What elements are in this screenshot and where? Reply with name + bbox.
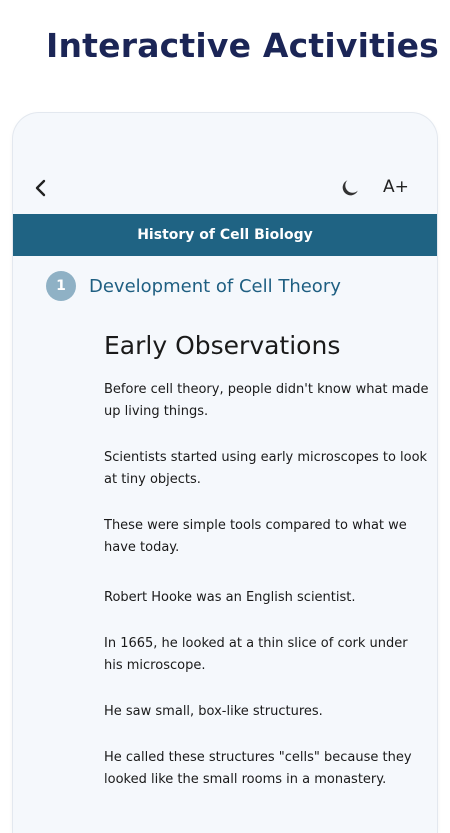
content-paragraph: These were simple tools compared to what… (104, 518, 407, 555)
dark-mode-toggle[interactable] (339, 177, 361, 199)
content-paragraph: Scientists started using early microscop… (104, 450, 428, 487)
chevron-left-icon (35, 179, 46, 197)
content-heading: Early Observations (104, 331, 341, 360)
reader-toolbar: A+ (13, 168, 437, 208)
section-header[interactable]: 1 Development of Cell Theory (46, 271, 341, 301)
font-size-button[interactable]: A+ (383, 177, 409, 197)
moon-icon (342, 180, 358, 196)
lesson-title-bar: History of Cell Biology (13, 214, 437, 256)
phone-screen: A+ History of Cell Biology 1 Development… (13, 113, 437, 833)
content-paragraph: He called these structures "cells" becau… (104, 750, 412, 787)
section-title: Development of Cell Theory (89, 275, 341, 297)
back-button[interactable] (31, 176, 53, 200)
section-number-badge: 1 (46, 271, 76, 301)
content-paragraph: Before cell theory, people didn't know w… (104, 382, 429, 419)
lesson-title: History of Cell Biology (137, 227, 313, 243)
lesson-content: Early Observations Before cell theory, p… (104, 331, 430, 791)
content-paragraph: Robert Hooke was an English scientist. (104, 590, 356, 605)
content-paragraph: He saw small, box-like structures. (104, 704, 323, 719)
content-paragraph: In 1665, he looked at a thin slice of co… (104, 636, 408, 673)
page-headline: Interactive Activities (46, 26, 440, 65)
